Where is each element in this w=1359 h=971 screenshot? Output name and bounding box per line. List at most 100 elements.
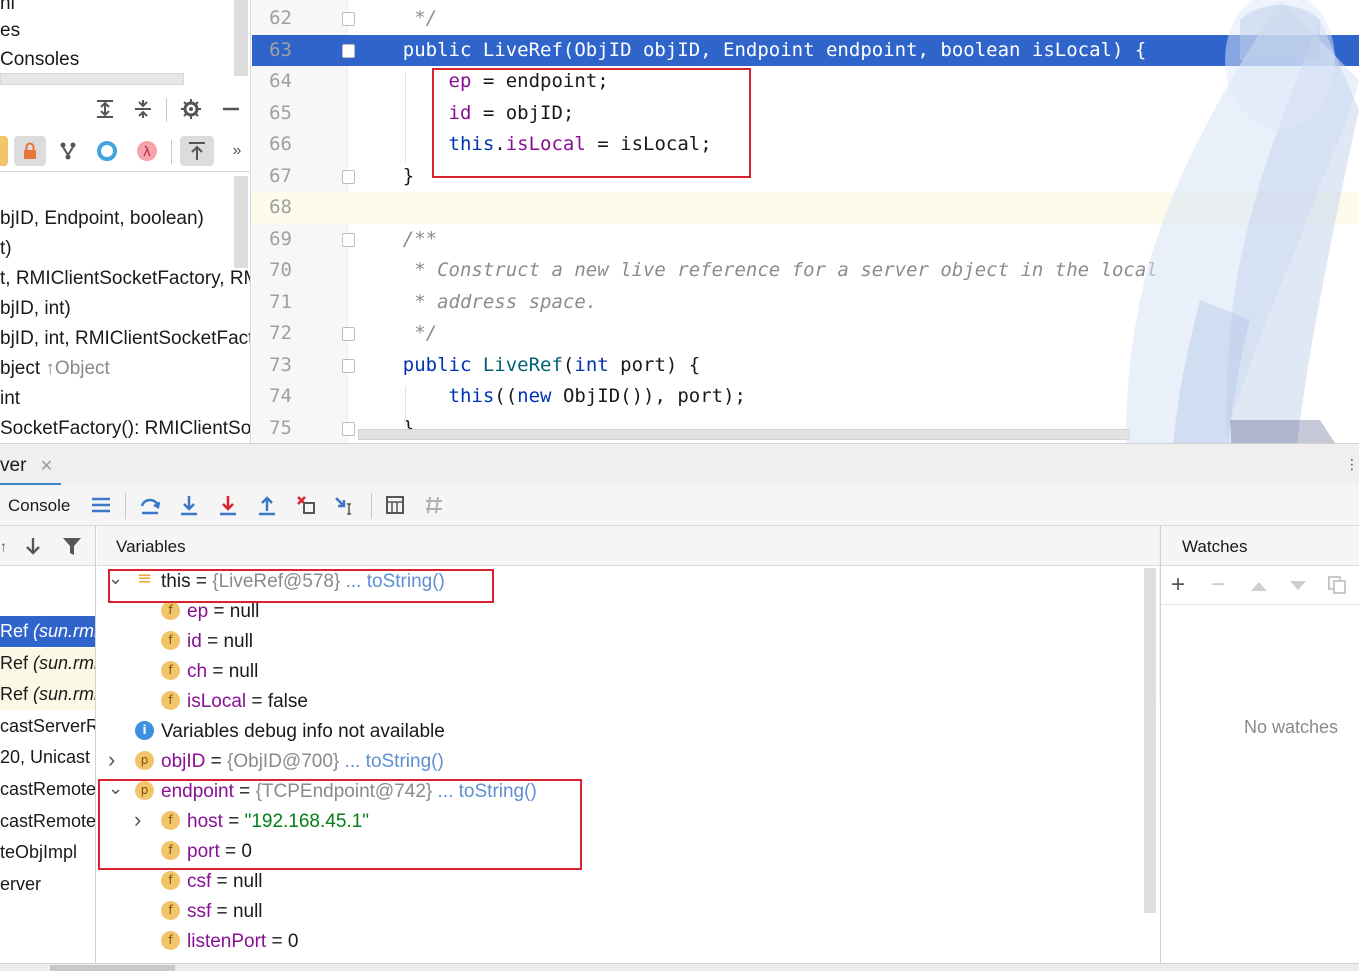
variable-value: null <box>228 661 259 682</box>
variable-row[interactable]: f listenPort = 0 <box>161 927 298 957</box>
structure-item[interactable]: bjID, int, RMIClientSocketFact <box>0 326 250 352</box>
structure-fragment[interactable]: Consoles <box>0 48 79 72</box>
fold-marker-icon[interactable] <box>342 358 355 373</box>
code-line[interactable]: 73 public LiveRef(int port) { <box>252 350 1359 382</box>
frame-class: (sun.rmi <box>33 652 96 673</box>
step-into-icon[interactable] <box>176 492 202 518</box>
drop-frame-icon[interactable] <box>293 492 319 518</box>
down-icon[interactable] <box>24 536 42 561</box>
layout-icon[interactable] <box>88 492 114 518</box>
vertical-scrollbar[interactable] <box>234 0 248 76</box>
frame-item[interactable]: castRemote <box>0 774 95 805</box>
expand-all-icon[interactable] <box>92 96 118 122</box>
frame-item[interactable]: Ref (sun.rmi <box>0 616 95 647</box>
highlight-box-endpoint <box>98 779 582 870</box>
partial-icon[interactable] <box>0 136 8 166</box>
filter-icon[interactable] <box>62 537 82 561</box>
structure-item[interactable]: t) <box>0 236 12 262</box>
collapse-all-icon[interactable] <box>130 96 156 122</box>
evaluate-icon[interactable] <box>382 492 408 518</box>
code-line[interactable]: 66 this.isLocal = isLocal; <box>252 129 1359 161</box>
fold-marker-icon[interactable] <box>342 43 355 58</box>
tab-console[interactable]: Console <box>8 485 70 526</box>
remove-icon[interactable]: − <box>1211 573 1225 597</box>
code-line[interactable]: 72 */ <box>252 318 1359 350</box>
structure-fragment[interactable]: es <box>0 19 20 43</box>
run-to-cursor-icon[interactable] <box>332 492 358 518</box>
fold-marker-icon[interactable] <box>342 169 355 184</box>
frame-item[interactable]: castServerR <box>0 711 95 742</box>
circle-icon[interactable] <box>94 136 120 166</box>
code-line[interactable]: 64 ep = endpoint; <box>252 66 1359 98</box>
more-icon[interactable]: ⋮ <box>1345 456 1359 473</box>
gear-icon[interactable] <box>178 96 204 122</box>
add-icon[interactable]: + <box>1171 573 1185 597</box>
up-icon[interactable] <box>1250 579 1268 597</box>
code-line[interactable]: 74 this((new ObjID()), port); <box>252 381 1359 413</box>
structure-item[interactable]: bjID, int) <box>0 296 71 322</box>
trace-icon[interactable] <box>421 492 447 518</box>
frame-item[interactable]: castRemote <box>0 806 95 837</box>
horizontal-scrollbar[interactable] <box>50 965 175 971</box>
force-step-into-icon[interactable] <box>215 492 241 518</box>
frame-item[interactable]: teObjImpl <box>0 837 95 868</box>
expand-chevron-icon[interactable]: › <box>108 745 115 775</box>
step-out-icon[interactable] <box>254 492 280 518</box>
variable-value: null <box>229 601 260 622</box>
code-line[interactable]: 65 id = objID; <box>252 98 1359 130</box>
variable-row[interactable]: f ch = null <box>161 657 258 687</box>
structure-item[interactable]: t, RMIClientSocketFactory, RM <box>0 266 250 292</box>
frame-method: erver <box>0 873 42 894</box>
minimize-icon[interactable] <box>218 96 244 122</box>
horizontal-scrollbar[interactable] <box>0 73 184 85</box>
structure-item[interactable]: int <box>0 386 20 412</box>
structure-fragment[interactable]: nl <box>0 0 15 16</box>
editor-horizontal-scrollbar[interactable] <box>358 429 1130 440</box>
variable-row[interactable]: i Variables debug info not available <box>135 717 445 747</box>
variable-row[interactable]: › p objID = {ObjID@700} ... toString() <box>108 747 444 777</box>
code-line[interactable]: 62 */ <box>252 3 1359 35</box>
vertical-scrollbar[interactable] <box>1144 568 1156 913</box>
fold-marker-icon[interactable] <box>342 12 355 26</box>
code-editor[interactable]: 62 */63 public LiveRef(ObjID objID, Endp… <box>252 0 1359 443</box>
up-icon[interactable]: ↑ <box>0 538 7 554</box>
code-line[interactable]: 67 } <box>252 161 1359 193</box>
vertical-scrollbar[interactable] <box>234 176 248 268</box>
tostring-link[interactable]: ... toString() <box>339 751 444 772</box>
variable-row[interactable]: f id = null <box>161 627 253 657</box>
autoscroll-icon[interactable] <box>180 136 214 166</box>
variable-name: id <box>187 631 202 652</box>
tab-debug-session[interactable]: ver ✕ <box>0 444 53 486</box>
variable-row[interactable]: f isLocal = false <box>161 687 308 717</box>
execution-line[interactable]: 63 public LiveRef(ObjID objID, Endpoint … <box>252 34 1359 67</box>
tab-label: ver <box>0 455 27 476</box>
frame-item[interactable]: Ref (sun.rmi <box>0 647 96 679</box>
structure-item[interactable]: bjID, Endpoint, boolean) <box>0 206 204 232</box>
structure-item[interactable]: SocketFactory(): RMIClientSoc <box>0 416 250 442</box>
variable-row[interactable]: f csf = null <box>161 867 263 897</box>
code-text: public LiveRef(ObjID objID, Endpoint end… <box>357 35 1147 67</box>
fork-icon[interactable] <box>55 136 81 166</box>
copy-icon[interactable] <box>1327 575 1347 600</box>
close-icon[interactable]: ✕ <box>40 458 53 475</box>
code-token: ObjID()), port); <box>551 385 746 407</box>
frame-item[interactable]: Ref (sun.rmi <box>0 679 95 711</box>
fold-marker-icon[interactable] <box>342 327 355 341</box>
frame-item[interactable]: erver <box>0 869 95 900</box>
frame-item[interactable]: 20, Unicast <box>0 742 95 773</box>
fold-marker-icon[interactable] <box>342 232 355 247</box>
variable-row[interactable]: f ssf = null <box>161 897 263 927</box>
code-line[interactable]: 70 * Construct a new live reference for … <box>252 255 1359 287</box>
variable-value: 0 <box>287 931 299 952</box>
code-line[interactable]: 68 <box>252 192 1359 224</box>
step-over-icon[interactable] <box>137 492 163 518</box>
code-line[interactable]: 71 * address space. <box>252 287 1359 319</box>
structure-item[interactable]: bject ↑Object <box>0 356 110 382</box>
fold-marker-icon[interactable] <box>342 421 355 436</box>
lock-icon[interactable] <box>14 136 46 166</box>
code-line[interactable]: 69 /** <box>252 224 1359 256</box>
lambda-icon[interactable]: λ <box>134 136 160 166</box>
code-token: int <box>574 353 609 376</box>
more-icon[interactable]: » <box>226 136 248 166</box>
down-icon[interactable] <box>1289 579 1307 597</box>
